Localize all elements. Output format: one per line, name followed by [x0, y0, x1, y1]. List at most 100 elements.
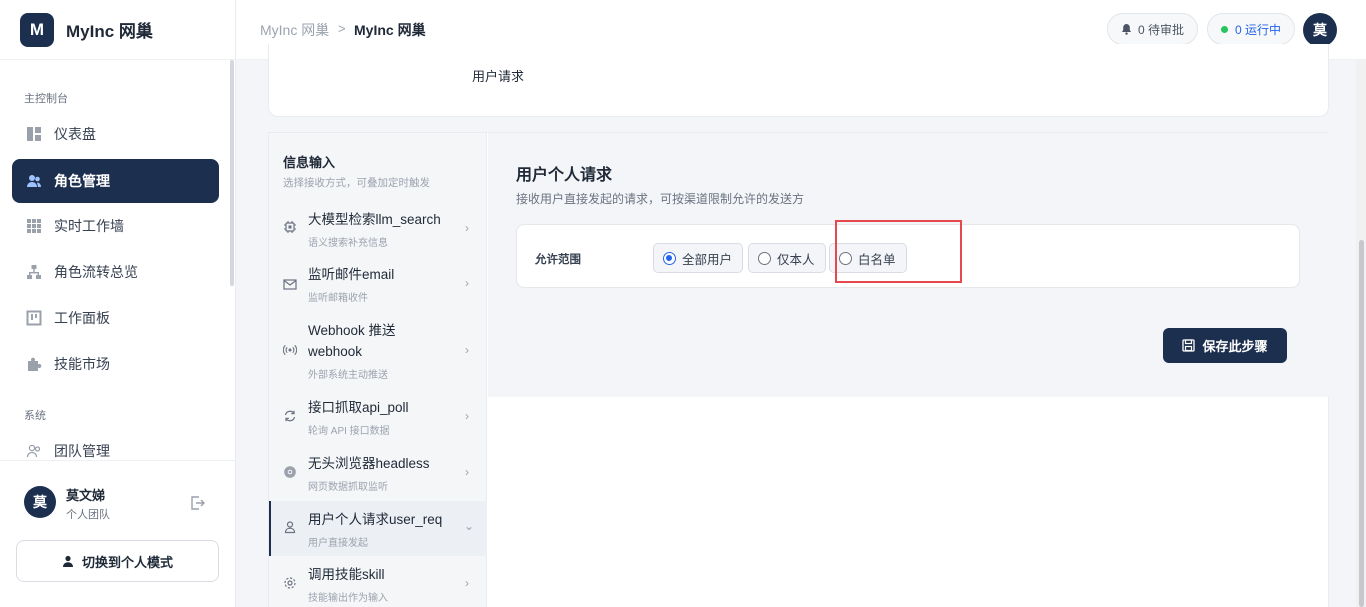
- input-item-sub: 技能输出作为输入: [308, 593, 388, 604]
- pending-label: 0 待审批: [1138, 22, 1185, 37]
- gear-icon: [283, 576, 299, 592]
- radio-unchecked-icon: [758, 251, 771, 265]
- input-item-webhook[interactable]: Webhook 推送 webhook 外部系统主动推送 ›: [269, 312, 487, 389]
- input-item-email[interactable]: 监听邮件email 监听邮箱收件 ›: [269, 256, 487, 312]
- input-item-user-req[interactable]: 用户个人请求user_req 用户直接发起 ⌄: [269, 501, 487, 556]
- input-item-sub: 语义搜索补充信息: [308, 238, 388, 249]
- person-icon: [62, 555, 74, 567]
- radio-all-users[interactable]: 全部用户: [653, 243, 744, 273]
- brand-name: MyInc 网巢: [66, 22, 153, 41]
- browser-icon: [283, 465, 299, 481]
- chevron-right-icon: ›: [465, 465, 469, 479]
- sidebar-item-flow-overview[interactable]: 角色流转总览: [12, 250, 219, 294]
- input-panel-subtitle: 选择接收方式，可叠加定时触发: [283, 177, 430, 189]
- breadcrumb-parent[interactable]: MyInc 网巢: [260, 20, 329, 40]
- breadcrumb-current: MyInc 网巢: [354, 22, 426, 38]
- nav-section-main: 主控制台: [24, 93, 68, 105]
- sidebar-item-workboard[interactable]: 工作面板: [12, 296, 219, 340]
- input-item-title-2: webhook: [308, 344, 363, 359]
- sidebar-item-skill-market[interactable]: 技能市场: [12, 342, 219, 386]
- allow-range-label: 允许范围: [535, 254, 581, 266]
- input-item-sub: 网页数据抓取监听: [308, 482, 388, 493]
- detail-description: 接收用户直接发起的请求，可按渠道限制允许的发送方: [516, 192, 805, 206]
- input-item-sub: 监听邮箱收件: [308, 293, 368, 304]
- user-request-label: 用户请求: [472, 69, 525, 84]
- chevron-right-icon: ›: [465, 276, 469, 290]
- chevron-down-icon: ⌄: [464, 519, 475, 533]
- breadcrumb-separator: >: [338, 21, 346, 36]
- input-item-title: 无头浏览器headless: [308, 456, 430, 471]
- input-item-title: 监听邮件email: [308, 267, 395, 282]
- board-icon: [26, 310, 42, 326]
- chevron-right-icon: ›: [465, 576, 469, 590]
- chevron-right-icon: ›: [465, 343, 469, 357]
- sidebar-item-label: 实时工作墙: [54, 218, 124, 234]
- sidebar-item-label: 工作面板: [54, 310, 110, 326]
- mail-icon: [283, 277, 299, 293]
- chevron-right-icon: ›: [465, 409, 469, 423]
- input-item-llm-search[interactable]: 大模型检索llm_search 语义搜索补充信息 ›: [269, 201, 487, 256]
- sidebar: M MyInc 网巢 主控制台 仪表盘 角色管理 实时工作墙 角色流转总览 工作…: [0, 0, 236, 607]
- user-request-detail: 用户个人请求 接收用户直接发起的请求，可按渠道限制允许的发送方 允许范围 全部用…: [488, 133, 1329, 397]
- input-item-sub: 外部系统主动推送: [308, 370, 388, 381]
- chevron-right-icon: ›: [465, 221, 469, 235]
- broadcast-icon: [282, 343, 299, 359]
- pending-approval-button[interactable]: 0 待审批: [1107, 13, 1199, 45]
- radio-self-only[interactable]: 仅本人: [748, 243, 826, 273]
- radio-checked-icon: [663, 251, 676, 265]
- running-dot-icon: [1221, 25, 1228, 33]
- save-step-button[interactable]: 保存此步骤: [1163, 328, 1287, 363]
- nav-section-system: 系统: [24, 410, 46, 422]
- input-item-title: 调用技能skill: [308, 567, 385, 582]
- brand-logo: M: [20, 12, 54, 47]
- user-team: 个人团队: [66, 509, 110, 521]
- input-item-sub: 轮询 API 接口数据: [308, 426, 390, 437]
- sidebar-scrollbar[interactable]: [230, 60, 234, 286]
- input-item-title: 接口抓取api_poll: [308, 400, 409, 415]
- sidebar-item-roles[interactable]: 角色管理: [12, 159, 219, 203]
- save-label: 保存此步骤: [1202, 339, 1268, 354]
- grid-icon: [26, 218, 42, 234]
- bell-icon: [1121, 23, 1132, 35]
- input-item-api-poll[interactable]: 接口抓取api_poll 轮询 API 接口数据 ›: [269, 389, 487, 445]
- chip-icon: [283, 220, 299, 236]
- detail-title: 用户个人请求: [516, 167, 613, 184]
- switch-label: 切换到个人模式: [81, 554, 173, 570]
- brand[interactable]: M MyInc 网巢: [0, 0, 235, 60]
- sidebar-item-label: 技能市场: [54, 356, 110, 372]
- input-panel-title: 信息输入: [283, 155, 336, 170]
- input-item-title: 大模型检索llm_search: [308, 212, 441, 227]
- users-icon: [26, 173, 42, 189]
- refresh-icon: [283, 409, 299, 425]
- input-item-headless[interactable]: 无头浏览器headless 网页数据抓取监听 ›: [269, 445, 487, 501]
- sidebar-item-label: 仪表盘: [54, 126, 96, 142]
- dashboard-icon: [26, 126, 42, 142]
- save-icon: [1182, 339, 1196, 352]
- input-item-title: Webhook 推送: [308, 323, 396, 338]
- user-request-card: 用户请求: [268, 44, 1329, 117]
- logout-icon[interactable]: [190, 495, 206, 516]
- flow-icon: [26, 264, 42, 280]
- user-avatar[interactable]: 莫: [24, 486, 56, 518]
- switch-personal-mode-button[interactable]: 切换到个人模式: [16, 540, 219, 582]
- input-item-sub: 用户直接发起: [308, 538, 368, 549]
- page-scrollbar-thumb[interactable]: [1359, 240, 1364, 607]
- highlight-annotation-box: [835, 220, 962, 283]
- top-avatar[interactable]: 莫: [1303, 13, 1337, 47]
- radio-label: 仅本人: [777, 252, 815, 267]
- puzzle-icon: [26, 356, 42, 372]
- input-method-list: 信息输入 选择接收方式，可叠加定时触发 大模型检索llm_search 语义搜索…: [269, 133, 487, 607]
- user-name: 莫文娣: [66, 488, 106, 503]
- sidebar-item-label: 角色管理: [54, 173, 110, 189]
- sidebar-item-label: 角色流转总览: [54, 264, 138, 280]
- team-icon: [26, 443, 42, 459]
- sidebar-item-label: 团队管理: [54, 443, 110, 459]
- radio-label: 全部用户: [682, 252, 733, 267]
- running-status-button[interactable]: 0 运行中: [1207, 13, 1296, 45]
- trigger-config-panel: 信息输入 选择接收方式，可叠加定时触发 大模型检索llm_search 语义搜索…: [268, 132, 1329, 607]
- sidebar-item-live-wall[interactable]: 实时工作墙: [12, 204, 219, 248]
- sidebar-footer: 莫 莫文娣 个人团队 切换到个人模式: [0, 460, 235, 607]
- input-item-skill[interactable]: 调用技能skill 技能输出作为输入 ›: [269, 556, 487, 607]
- sidebar-item-dashboard[interactable]: 仪表盘: [12, 112, 219, 156]
- running-label: 0 运行中: [1235, 22, 1282, 37]
